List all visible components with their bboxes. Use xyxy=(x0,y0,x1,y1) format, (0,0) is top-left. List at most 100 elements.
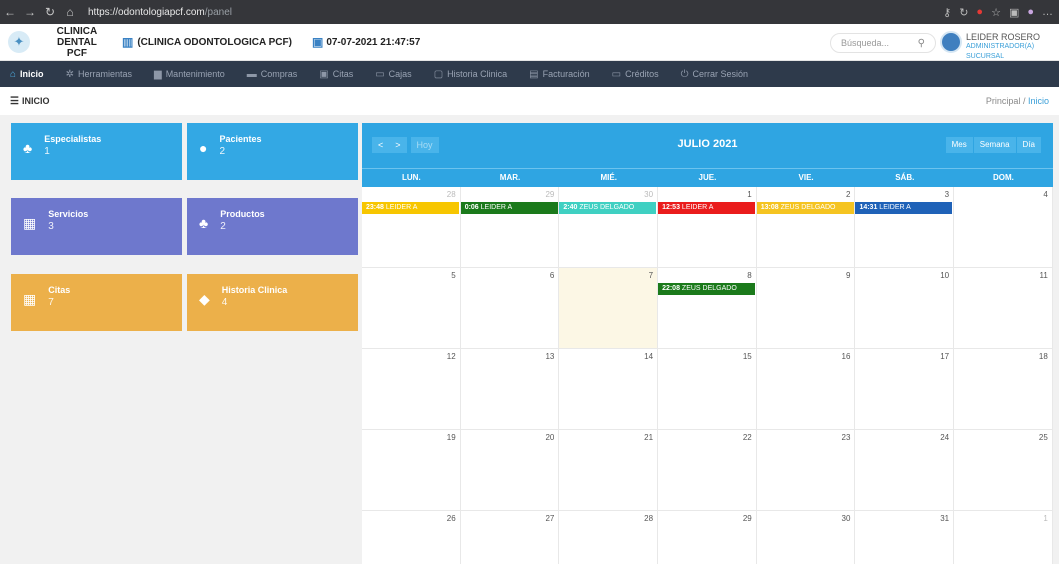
calendar-day[interactable]: 4 xyxy=(954,187,1053,268)
reload-icon[interactable]: ↻ xyxy=(40,5,60,19)
calendar-event[interactable]: 13:08 ZEUS DELGADO xyxy=(756,202,854,214)
user-role: ADMINISTRADOR(A) SUCURSAL xyxy=(966,43,1035,60)
calendar-day[interactable]: 23 xyxy=(756,430,856,511)
sync-icon[interactable]: ↻ xyxy=(959,6,968,19)
nav-item-créditos[interactable]: ▭ Créditos xyxy=(608,61,663,87)
calendar-day[interactable]: 16 xyxy=(756,349,856,430)
breadcrumb-root[interactable]: Principal xyxy=(986,96,1021,106)
calendar-day[interactable]: 3 14:31 LEIDER A xyxy=(855,187,955,268)
nav-item-cajas[interactable]: ▭ Cajas xyxy=(371,61,415,87)
calendar-day[interactable]: 28 23:48 LEIDER A xyxy=(362,187,461,268)
calendar-day[interactable]: 26 xyxy=(362,511,461,564)
address-bar[interactable]: https://odontologiapcf.com/panel xyxy=(88,3,232,21)
tile-historia-clinica[interactable]: ◆ Historia Clinica 4 xyxy=(187,274,358,331)
calendar-day[interactable]: 27 xyxy=(461,511,560,564)
weekday-label: VIE. xyxy=(798,173,814,182)
more-icon[interactable]: … xyxy=(1042,6,1053,18)
calendar-day[interactable]: 25 xyxy=(954,430,1053,511)
calendar-day[interactable]: 15 xyxy=(658,349,757,430)
calendar-event[interactable]: 14:31 LEIDER A xyxy=(855,202,953,214)
calendar-day[interactable]: 5 xyxy=(362,268,461,349)
view-week-button[interactable]: Semana xyxy=(973,137,1016,153)
tile-count: 2 xyxy=(220,221,226,232)
calendar-day[interactable]: 19 xyxy=(362,430,461,511)
day-number: 5 xyxy=(451,271,456,280)
calendar-day[interactable]: 30 xyxy=(757,511,856,564)
nav-item-citas[interactable]: ▣ Citas xyxy=(315,61,357,87)
tile-especialistas[interactable]: ♣ Especialistas 1 xyxy=(11,123,182,180)
forward-icon[interactable]: → xyxy=(20,5,40,19)
calendar-day[interactable]: 18 xyxy=(954,349,1053,430)
collections-icon[interactable]: ▣ xyxy=(1009,6,1019,19)
search-icon[interactable]: ⚲ xyxy=(918,38,925,49)
back-icon[interactable]: ← xyxy=(0,5,20,19)
calendar-icon: ▦ xyxy=(23,291,37,307)
day-number: 12 xyxy=(446,352,456,361)
tile-productos[interactable]: ♣ Productos 2 xyxy=(187,198,358,255)
event-patient: LEIDER A xyxy=(681,204,714,211)
breadcrumb: Principal / Inicio xyxy=(986,96,1049,106)
calendar-day[interactable]: 11 xyxy=(954,268,1053,349)
page-header: ☰ INICIO Principal / Inicio xyxy=(0,87,1059,115)
nav-item-cerrar-sesión[interactable]: ⏻ Cerrar Sesión xyxy=(677,61,752,87)
tile-citas[interactable]: ▦ Citas 7 xyxy=(11,274,182,331)
calendar-day[interactable]: 14 xyxy=(559,349,659,430)
calendar-day[interactable]: 1 12:53 LEIDER A xyxy=(658,187,757,268)
day-number: 28 xyxy=(446,190,456,199)
weekday-label: SÁB. xyxy=(895,173,915,182)
nav-item-inicio[interactable]: ⌂ Inicio xyxy=(6,61,48,87)
profile-icon[interactable]: ● xyxy=(1027,6,1034,18)
calendar-day[interactable]: 30 2:40 ZEUS DELGADO xyxy=(559,187,659,268)
calendar-event[interactable]: 22:08 ZEUS DELGADO xyxy=(658,283,756,295)
event-time: 0:06 xyxy=(464,204,479,211)
calendar-event[interactable]: 0:06 LEIDER A xyxy=(460,202,558,214)
calendar-day[interactable]: 24 xyxy=(855,430,955,511)
nav-item-historia-clinica[interactable]: ▢ Historia Clinica xyxy=(430,61,511,87)
avatar[interactable] xyxy=(940,31,962,53)
calendar-day[interactable]: 1 xyxy=(954,511,1053,564)
tile-pacientes[interactable]: ● Pacientes 2 xyxy=(187,123,358,180)
logo[interactable]: ✦ CLINICA DENTAL PCF xyxy=(0,26,118,59)
calendar-day[interactable]: 12 xyxy=(362,349,461,430)
calendar-day[interactable]: 13 xyxy=(460,349,560,430)
day-number: 29 xyxy=(742,514,752,523)
nav-item-facturación[interactable]: ▤ Facturación xyxy=(525,61,593,87)
calendar-day[interactable]: 7 xyxy=(559,268,659,349)
calendar-event[interactable]: 2:40 ZEUS DELGADO xyxy=(559,202,657,214)
calendar-day[interactable]: 6 xyxy=(460,268,560,349)
tile-servicios[interactable]: ▦ Servicios 3 xyxy=(11,198,182,255)
nav-item-mantenimiento[interactable]: ▆ Mantenimiento xyxy=(150,61,229,87)
day-number: 28 xyxy=(644,514,654,523)
calendar-day[interactable]: 20 xyxy=(460,430,560,511)
user-menu[interactable]: LEIDER ROSERO ADMINISTRADOR(A) SUCURSAL xyxy=(966,32,1059,62)
calendar-day[interactable]: 10 xyxy=(855,268,955,349)
calendar-day[interactable]: 9 xyxy=(756,268,856,349)
clinic-name: ▥ (CLINICA ODONTOLOGICA PCF) xyxy=(122,35,292,49)
url-base: https://odontologiapcf.com xyxy=(88,6,205,18)
tile-count: 7 xyxy=(48,297,54,308)
search-input[interactable]: Búsqueda... ⚲ xyxy=(830,33,936,53)
calendar-event[interactable]: 12:53 LEIDER A xyxy=(658,202,756,214)
nav-item-herramientas[interactable]: ✲ Herramientas xyxy=(62,61,136,87)
calendar-day[interactable]: 2 13:08 ZEUS DELGADO xyxy=(756,187,856,268)
calendar-day[interactable]: 29 0:06 LEIDER A xyxy=(460,187,560,268)
page-title-label: INICIO xyxy=(21,96,50,106)
nav-item-compras[interactable]: ▬ Compras xyxy=(243,61,302,87)
day-number: 7 xyxy=(648,271,654,280)
home-browser-icon[interactable]: ⌂ xyxy=(60,5,80,19)
calendar-day[interactable]: 8 22:08 ZEUS DELGADO xyxy=(658,268,757,349)
event-patient: LEIDER A xyxy=(480,204,513,211)
calendar-day[interactable]: 31 xyxy=(855,511,955,564)
calendar-event[interactable]: 23:48 LEIDER A xyxy=(362,202,459,214)
calendar-week: 19 20 21 22 23 24 25 xyxy=(362,430,1053,511)
favorites-icon[interactable]: ☆ xyxy=(991,6,1001,19)
calendar-day[interactable]: 17 xyxy=(855,349,955,430)
key-icon[interactable]: ⚷ xyxy=(943,6,951,19)
calendar-day[interactable]: 28 xyxy=(559,511,659,564)
calendar-day[interactable]: 29 xyxy=(658,511,757,564)
calendar-day[interactable]: 22 xyxy=(658,430,757,511)
extension-icon[interactable]: ● xyxy=(976,6,983,18)
calendar-day[interactable]: 21 xyxy=(559,430,659,511)
view-month-button[interactable]: Mes xyxy=(945,137,973,153)
view-day-button[interactable]: Día xyxy=(1016,137,1041,153)
